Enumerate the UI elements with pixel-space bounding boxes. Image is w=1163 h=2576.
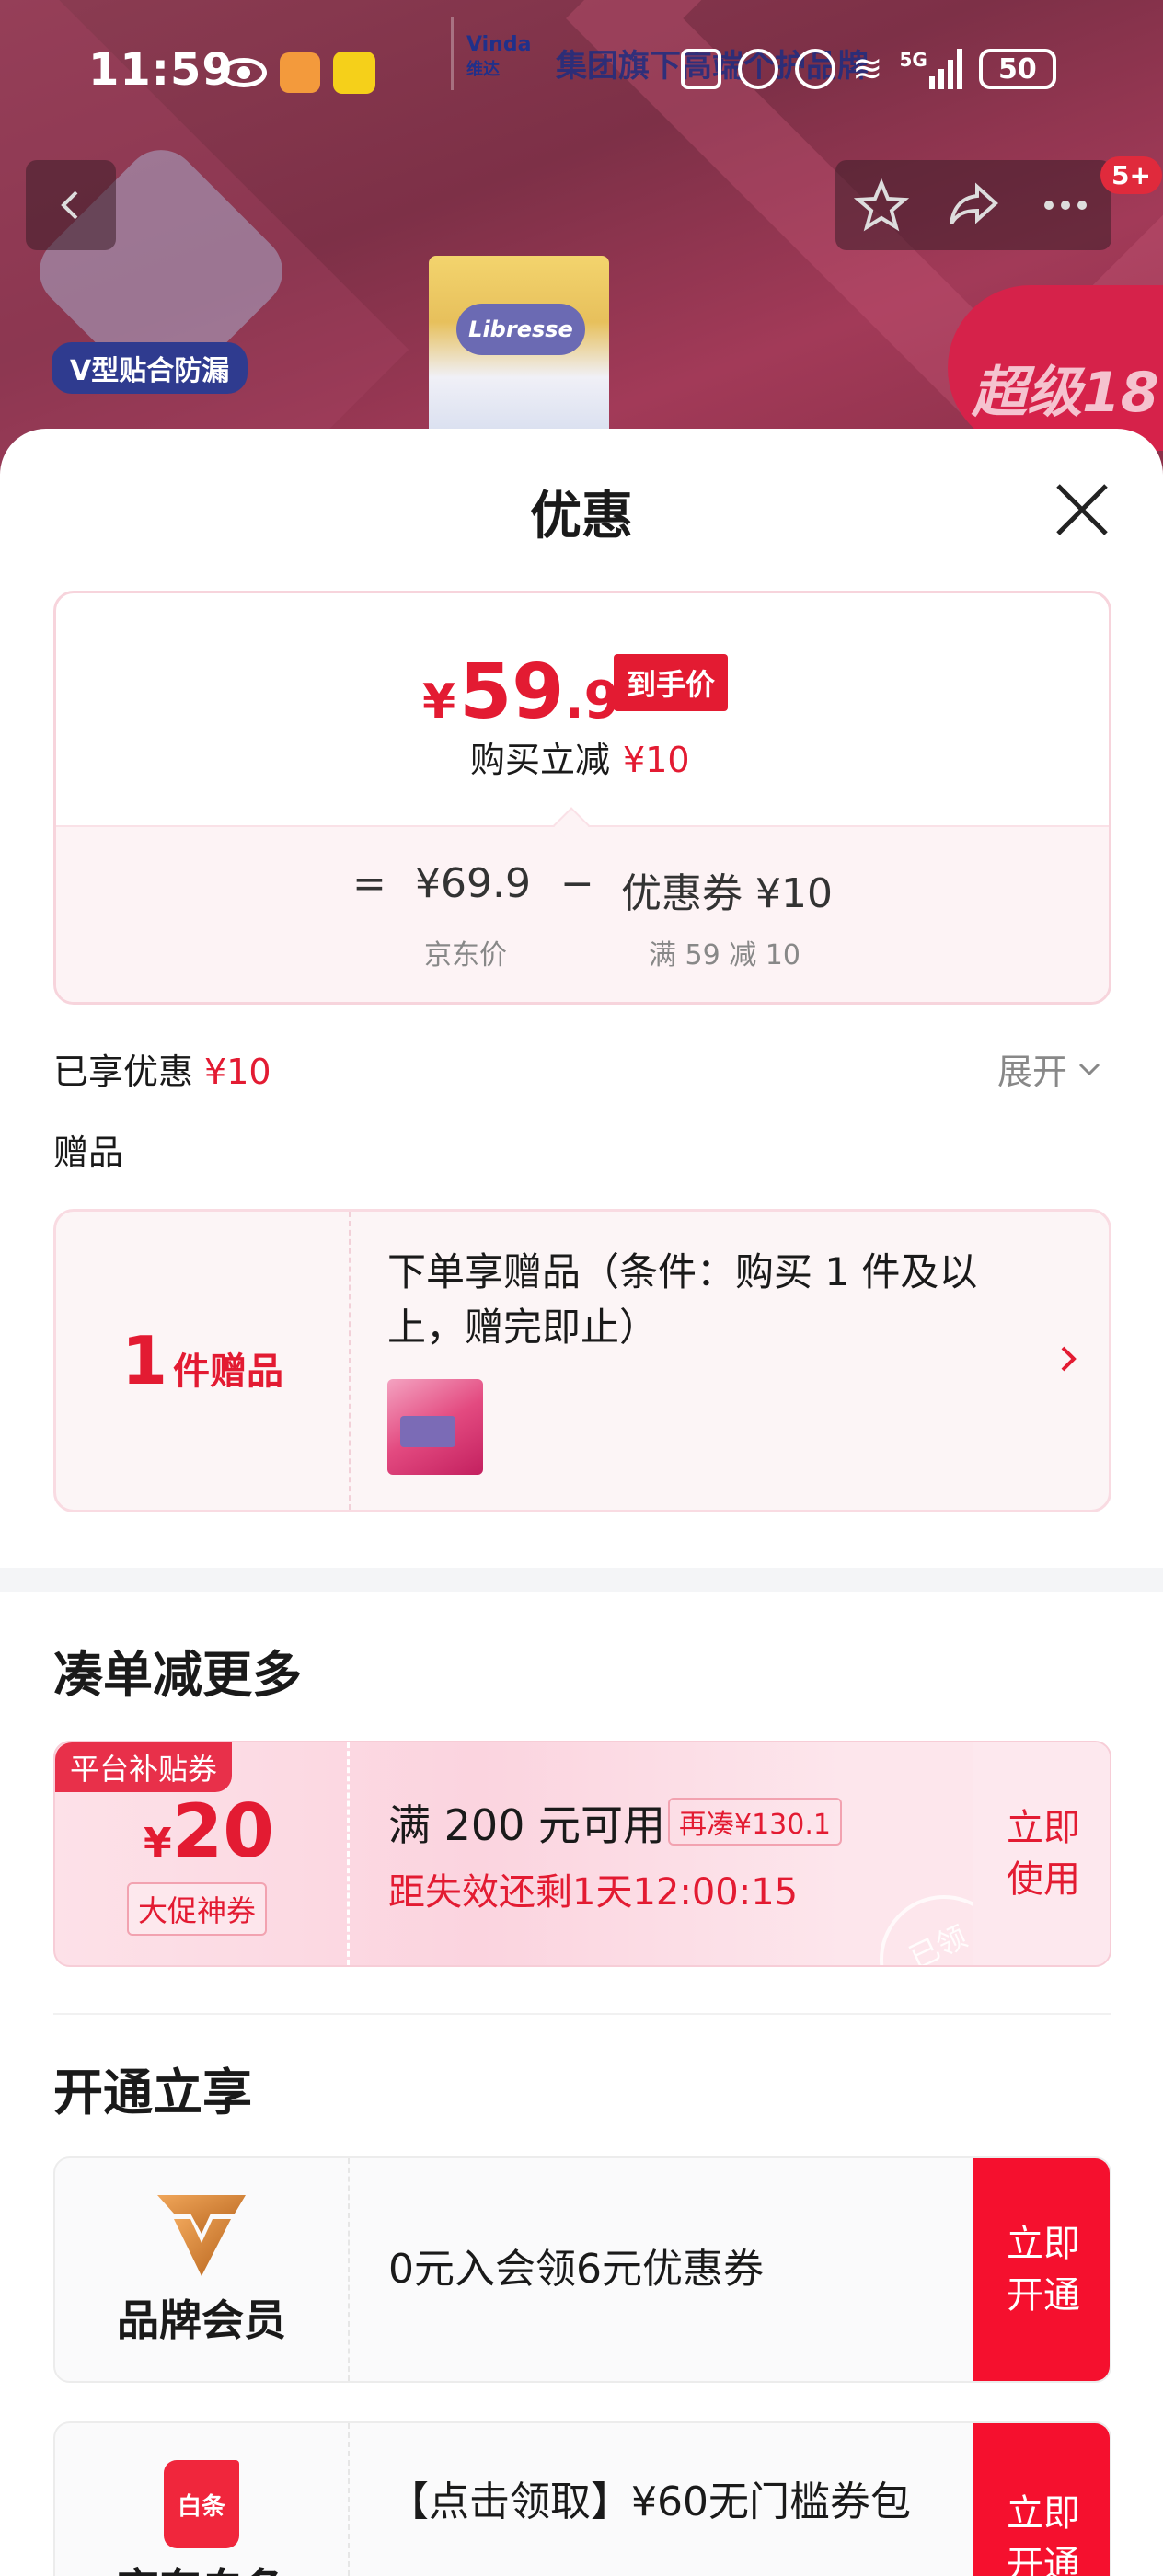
open-membership-button[interactable]: 立即 开通 [973, 2158, 1110, 2381]
promo-banner: 超级18 [948, 285, 1163, 451]
coupon-extra-needed: 再凑¥130.1 [668, 1798, 842, 1846]
expand-label: 展开 [997, 1052, 1068, 1092]
back-button[interactable] [26, 160, 116, 250]
status-right-icons: ≋ 5G 50 [681, 48, 1056, 90]
enjoyed-discount-label: 已享优惠 [53, 1052, 194, 1092]
network-type: 5G [899, 49, 927, 71]
use-coupon-button[interactable]: 立即 使用 [973, 1742, 1110, 1965]
gift-count-unit: 件赠品 [173, 1351, 284, 1393]
open-baitiao-line2: 开通 [1007, 2544, 1080, 2576]
formula-minus: − [560, 860, 594, 907]
open-membership-line1: 立即 [1007, 2223, 1080, 2265]
coupon-currency: ¥ [144, 1820, 172, 1867]
baitiao-badge: 白条 京东白条 [55, 2423, 350, 2576]
final-price: ¥ 59 .9 [422, 649, 620, 736]
brand-member-v-icon [157, 2195, 246, 2276]
coupon-amount: ¥ 20 [144, 1788, 274, 1874]
coupon-value-area: 平台补贴券 ¥ 20 大促神券 [55, 1742, 350, 1965]
share-icon[interactable] [946, 178, 1001, 233]
jd-price-value: ¥69.9 [415, 860, 531, 907]
chevron-down-icon [1078, 1063, 1100, 1075]
signal-bars-icon [928, 49, 962, 89]
open-baitiao-button[interactable]: 立即 开通 [973, 2423, 1110, 2576]
enjoyed-discount: 已享优惠 ¥10 [53, 1043, 271, 1094]
gift-description: 下单享赠品（条件：购买 1 件及以上，赠完即止） [387, 1249, 978, 1350]
sheet-title: 优惠 [530, 487, 633, 546]
alarm-icon [738, 49, 778, 89]
brand-member-name: 品牌会员 [117, 2295, 286, 2345]
brand-member-description: 0元入会领6元优惠券 [388, 2246, 764, 2293]
coupon-type-badge: 大促神券 [127, 1882, 268, 1936]
cellular-signal: 5G [900, 49, 962, 89]
app-notification-icon [280, 52, 320, 93]
instant-reduction: 购买立减 ¥10 [470, 731, 690, 782]
mute-bell-icon [795, 49, 835, 89]
chevron-left-icon [61, 190, 78, 220]
nfc-icon [681, 49, 721, 89]
final-price-decimal: .9 [564, 671, 620, 730]
baitiao-icon-label: 白条 [177, 2492, 225, 2521]
brand-member-badge: 品牌会员 [55, 2158, 350, 2381]
baitiao-card[interactable]: 白条 京东白条 【点击领取】¥60无门槛券包 立即 开通 [53, 2421, 1111, 2576]
pack-brand-logo: Libresse [456, 304, 585, 355]
open-enjoy-title: 开通立享 [53, 2064, 252, 2122]
coupon-amount-number: 20 [171, 1788, 274, 1874]
section-separator [53, 2013, 1111, 2015]
final-price-currency: ¥ [422, 674, 456, 730]
chevron-right-icon [1061, 1346, 1077, 1372]
eye-icon [221, 58, 267, 87]
wifi-icon: ≋ [852, 48, 883, 90]
instant-reduction-amount: ¥10 [623, 740, 690, 780]
instant-reduction-label: 购买立减 [470, 740, 611, 780]
price-breakdown-lower [56, 825, 1109, 1002]
close-icon[interactable] [1049, 477, 1115, 543]
open-membership-line2: 开通 [1007, 2274, 1080, 2317]
gift-section-label: 赠品 [53, 1133, 124, 1173]
enjoyed-discount-amount: ¥10 [204, 1052, 271, 1092]
status-bar: 11:59 Vinda 维达 集团旗下高端个护品牌 ≋ 5G 50 [0, 0, 1163, 147]
battery-icon: 50 [978, 49, 1056, 89]
tuantuan-app-icon [333, 52, 375, 94]
gift-product-thumbnail [387, 1379, 483, 1475]
formula-equals: = [352, 860, 386, 907]
gift-card[interactable]: 1 件赠品 下单享赠品（条件：购买 1 件及以上，赠完即止） [53, 1209, 1111, 1512]
coupon-tag: 平台补贴券 [55, 1742, 233, 1792]
expand-button[interactable]: 展开 [997, 1043, 1102, 1094]
gift-count: 1 件赠品 [56, 1212, 351, 1510]
coupon-condition: 满 200 元可用 [388, 1800, 666, 1850]
final-price-tag: 到手价 [614, 654, 729, 711]
feature-label: V型贴合防漏 [52, 342, 248, 394]
message-count-badge: 5+ [1100, 156, 1162, 194]
status-left-icons [221, 52, 375, 94]
final-price-integer: 59 [459, 649, 565, 736]
more-deals-title: 凑单减更多 [53, 1646, 302, 1704]
baitiao-icon: 白条 [164, 2460, 239, 2548]
top-actions [835, 160, 1111, 250]
price-breakdown-card: ¥ 59 .9 到手价 购买立减 ¥10 = ¥69.9 − 优惠券 ¥10 京东… [53, 591, 1111, 1005]
brand-member-card[interactable]: 品牌会员 0元入会领6元优惠券 立即 开通 [53, 2156, 1111, 2383]
use-coupon-line2: 使用 [1007, 1858, 1080, 1901]
coupon-value: 优惠券 ¥10 [621, 870, 833, 917]
baitiao-name: 京东白条 [117, 2556, 286, 2576]
section-divider [0, 1568, 1163, 1592]
more-icon[interactable] [1038, 178, 1093, 233]
jd-price-caption: 京东价 [424, 939, 507, 972]
open-baitiao-line1: 立即 [1007, 2492, 1080, 2535]
vinda-logo-cn: 维达 [466, 60, 500, 79]
vinda-logo: Vinda 维达 [451, 17, 532, 90]
coupon-caption: 满 59 减 10 [649, 939, 800, 972]
status-time: 11:59 [88, 44, 234, 96]
gift-count-number: 1 [121, 1322, 168, 1399]
use-coupon-line1: 立即 [1007, 1807, 1080, 1849]
star-icon[interactable] [854, 178, 909, 233]
baitiao-description: 【点击领取】¥60无门槛券包 [388, 2478, 911, 2525]
vinda-logo-text: Vinda [466, 33, 532, 56]
discount-sheet: 优惠 ¥ 59 .9 到手价 购买立减 ¥10 = ¥69.9 − 优惠券 ¥10… [0, 429, 1163, 2576]
coupon-countdown: 距失效还剩1天12:00:15 [388, 1871, 799, 1914]
platform-coupon-card[interactable]: 平台补贴券 ¥ 20 大促神券 满 200 元可用 再凑¥130.1 距失效还剩… [53, 1741, 1111, 1967]
